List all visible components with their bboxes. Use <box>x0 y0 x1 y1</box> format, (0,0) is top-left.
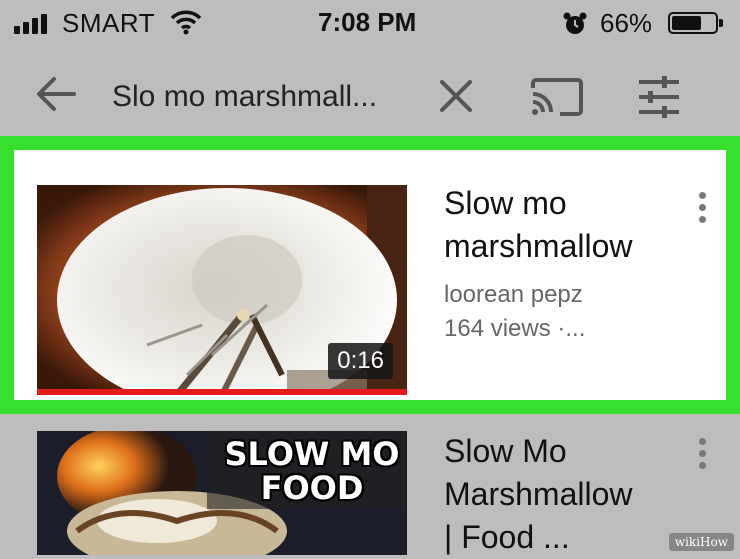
video-thumbnail[interactable]: 0:16 <box>37 185 407 395</box>
thumbnail-caption-line: FOOD <box>260 469 364 507</box>
search-bar: Slo mo marshmall... <box>0 46 740 136</box>
alarm-icon <box>563 12 587 34</box>
video-title-line: | Food ... <box>444 519 570 555</box>
watch-progress-bar <box>37 389 407 395</box>
view-count: 164 views ·... <box>444 315 586 342</box>
more-options-icon[interactable] <box>699 438 707 474</box>
carrier-name: SMART <box>62 8 156 38</box>
video-title-line: Slow mo <box>444 185 567 221</box>
search-query[interactable]: Slo mo marshmall... <box>112 80 377 114</box>
thumbnail-caption-line: SLOW MO <box>224 435 400 473</box>
back-arrow-icon[interactable] <box>34 76 76 112</box>
video-duration: 0:16 <box>328 343 393 379</box>
more-options-icon[interactable] <box>699 192 707 228</box>
search-result-highlight: 0:16 Slow mo marshmallow loorean pepz 16… <box>0 136 740 414</box>
watermark: wikiHow <box>668 533 734 551</box>
filter-icon[interactable] <box>636 74 682 120</box>
video-title-line: Marshmallow <box>444 476 633 512</box>
cast-icon[interactable] <box>530 76 584 118</box>
battery-percentage: 66% <box>600 8 653 38</box>
video-title-line: marshmallow <box>444 228 633 264</box>
clock: 7:08 PM <box>318 7 417 37</box>
battery-icon <box>668 12 723 34</box>
video-title-line: Slow Mo <box>444 433 567 469</box>
status-bar: SMART 7:08 PM 66% <box>0 0 740 46</box>
signal-icon <box>14 14 47 34</box>
search-result[interactable]: 0:16 Slow mo marshmallow loorean pepz 16… <box>14 150 726 400</box>
thumbnail-caption: SLOW MO FOOD <box>217 437 407 505</box>
video-title[interactable]: Slow Mo Marshmallow | Food ... <box>444 430 632 559</box>
video-thumbnail[interactable]: SLOW MO FOOD <box>37 431 407 555</box>
clear-icon[interactable] <box>438 78 474 114</box>
channel-name: loorean pepz <box>444 281 583 308</box>
wifi-icon <box>170 10 202 35</box>
search-result[interactable]: SLOW MO FOOD Slow Mo Marshmallow | Food … <box>0 414 740 555</box>
video-meta: loorean pepz 164 views ·... <box>444 278 585 346</box>
video-title[interactable]: Slow mo marshmallow <box>444 182 632 268</box>
